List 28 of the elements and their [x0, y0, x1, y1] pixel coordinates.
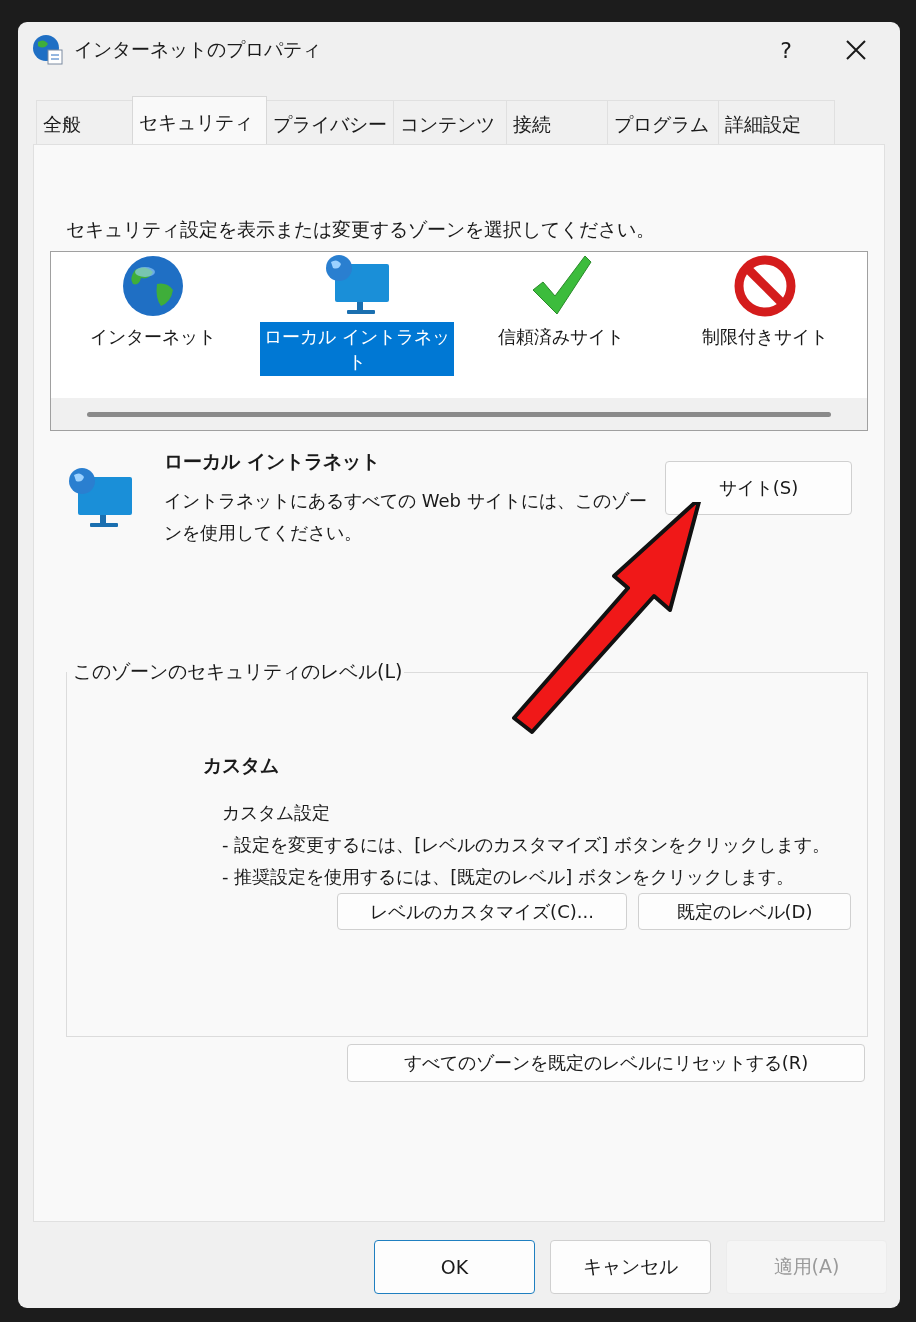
cancel-button[interactable]: キャンセル — [550, 1240, 711, 1294]
tab[interactable]: セキュリティ — [132, 96, 267, 144]
tab[interactable]: 全般 — [36, 100, 133, 144]
help-button[interactable]: ? — [756, 36, 816, 64]
level-description: - 推奨設定を使用するには、[既定のレベル] ボタンをクリックします。 — [222, 865, 795, 889]
sites-button[interactable]: サイト(S) — [665, 461, 852, 515]
instruction-text: セキュリティ設定を表示または変更するゾーンを選択してください。 — [66, 217, 656, 242]
level-name: カスタム — [203, 753, 280, 778]
group-legend: このゾーンのセキュリティのレベル(L) — [67, 659, 405, 685]
ok-button[interactable]: OK — [374, 1240, 535, 1294]
reset-zones-button[interactable]: すべてのゾーンを既定のレベルにリセットする(R) — [347, 1044, 865, 1082]
close-icon — [845, 39, 867, 61]
globe-icon — [121, 254, 185, 318]
level-description: - 設定を変更するには、[レベルのカスタマイズ] ボタンをクリックします。 — [222, 833, 831, 857]
zone-label[interactable]: 制限付きサイト — [700, 322, 830, 352]
default-level-button[interactable]: 既定のレベル(D) — [638, 893, 851, 930]
zone-description: イントラネットにあるすべての Web サイトには、このゾーンを使用してください。 — [164, 489, 648, 545]
zone-label[interactable]: インターネット — [88, 322, 218, 352]
window-title: インターネットのプロパティ — [74, 37, 322, 62]
globe-document-icon — [32, 34, 64, 66]
customize-level-button[interactable]: レベルのカスタマイズ(C)... — [337, 893, 627, 930]
zone-title: ローカル イントラネット — [164, 449, 381, 474]
level-description: カスタム設定 — [222, 801, 331, 825]
zone-label[interactable]: ローカル イントラネット — [260, 322, 454, 377]
tab[interactable]: 詳細設定 — [718, 100, 835, 144]
scrollbar[interactable] — [51, 398, 867, 430]
zone-label[interactable]: 信頼済みサイト — [496, 322, 626, 352]
no-entry-icon — [733, 254, 797, 318]
